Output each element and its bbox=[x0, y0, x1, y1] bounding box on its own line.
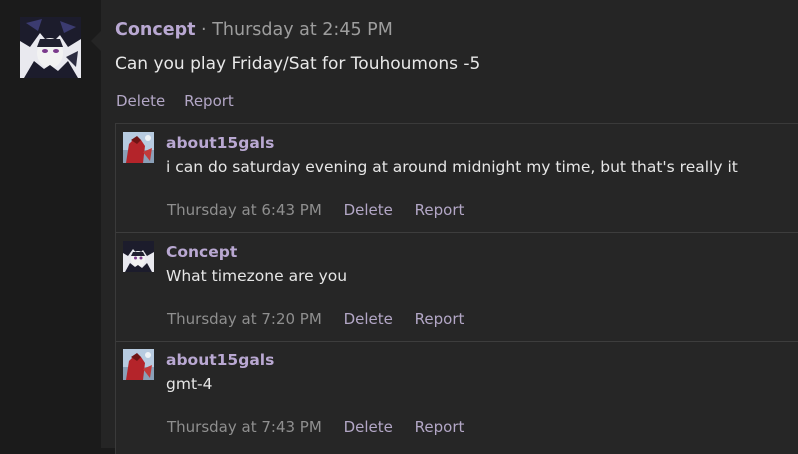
report-button[interactable]: Report bbox=[415, 201, 465, 219]
delete-button[interactable]: Delete bbox=[344, 418, 393, 436]
comment-item: about15gals i can do saturday evening at… bbox=[116, 124, 798, 233]
delete-button[interactable]: Delete bbox=[344, 201, 393, 219]
dark-anime-avatar-icon bbox=[123, 241, 154, 272]
post-actions: Delete Report bbox=[116, 92, 248, 110]
avatar[interactable] bbox=[20, 17, 81, 78]
comment-author[interactable]: Concept bbox=[166, 243, 237, 261]
red-figure-avatar-icon bbox=[123, 132, 154, 163]
avatar[interactable] bbox=[123, 241, 154, 272]
comment-text: gmt-4 bbox=[166, 375, 213, 393]
comment-timestamp[interactable]: Thursday at 6:43 PM bbox=[167, 201, 322, 219]
delete-button[interactable]: Delete bbox=[116, 92, 165, 110]
comment-timestamp[interactable]: Thursday at 7:20 PM bbox=[167, 310, 322, 328]
comment-text: What timezone are you bbox=[166, 267, 348, 285]
post-timestamp: Thursday at 2:45 PM bbox=[212, 20, 393, 40]
comment-author[interactable]: about15gals bbox=[166, 134, 274, 152]
comment-text: i can do saturday evening at around midn… bbox=[166, 158, 738, 176]
comment-meta: Thursday at 6:43 PM Delete Report bbox=[167, 201, 481, 219]
delete-button[interactable]: Delete bbox=[344, 310, 393, 328]
report-button[interactable]: Report bbox=[415, 310, 465, 328]
post-pointer bbox=[91, 31, 101, 51]
avatar[interactable] bbox=[123, 132, 154, 163]
header-separator: · bbox=[201, 20, 207, 40]
comment-item: Concept What timezone are you Thursday a… bbox=[116, 233, 798, 342]
post-author[interactable]: Concept bbox=[115, 20, 195, 40]
avatar[interactable] bbox=[123, 349, 154, 380]
report-button[interactable]: Report bbox=[415, 418, 465, 436]
comment-meta: Thursday at 7:43 PM Delete Report bbox=[167, 418, 481, 436]
red-figure-avatar-icon bbox=[123, 349, 154, 380]
report-button[interactable]: Report bbox=[184, 92, 234, 110]
post-header: Concept · Thursday at 2:45 PM bbox=[115, 20, 393, 40]
comment-meta: Thursday at 7:20 PM Delete Report bbox=[167, 310, 481, 328]
comment-author[interactable]: about15gals bbox=[166, 351, 274, 369]
post-message: Can you play Friday/Sat for Touhoumons -… bbox=[115, 54, 481, 74]
comment-list: about15gals i can do saturday evening at… bbox=[115, 123, 798, 454]
comment-item: about15gals gmt-4 Thursday at 7:43 PM De… bbox=[116, 341, 798, 449]
comment-timestamp[interactable]: Thursday at 7:43 PM bbox=[167, 418, 322, 436]
dark-anime-avatar-icon bbox=[20, 17, 81, 78]
